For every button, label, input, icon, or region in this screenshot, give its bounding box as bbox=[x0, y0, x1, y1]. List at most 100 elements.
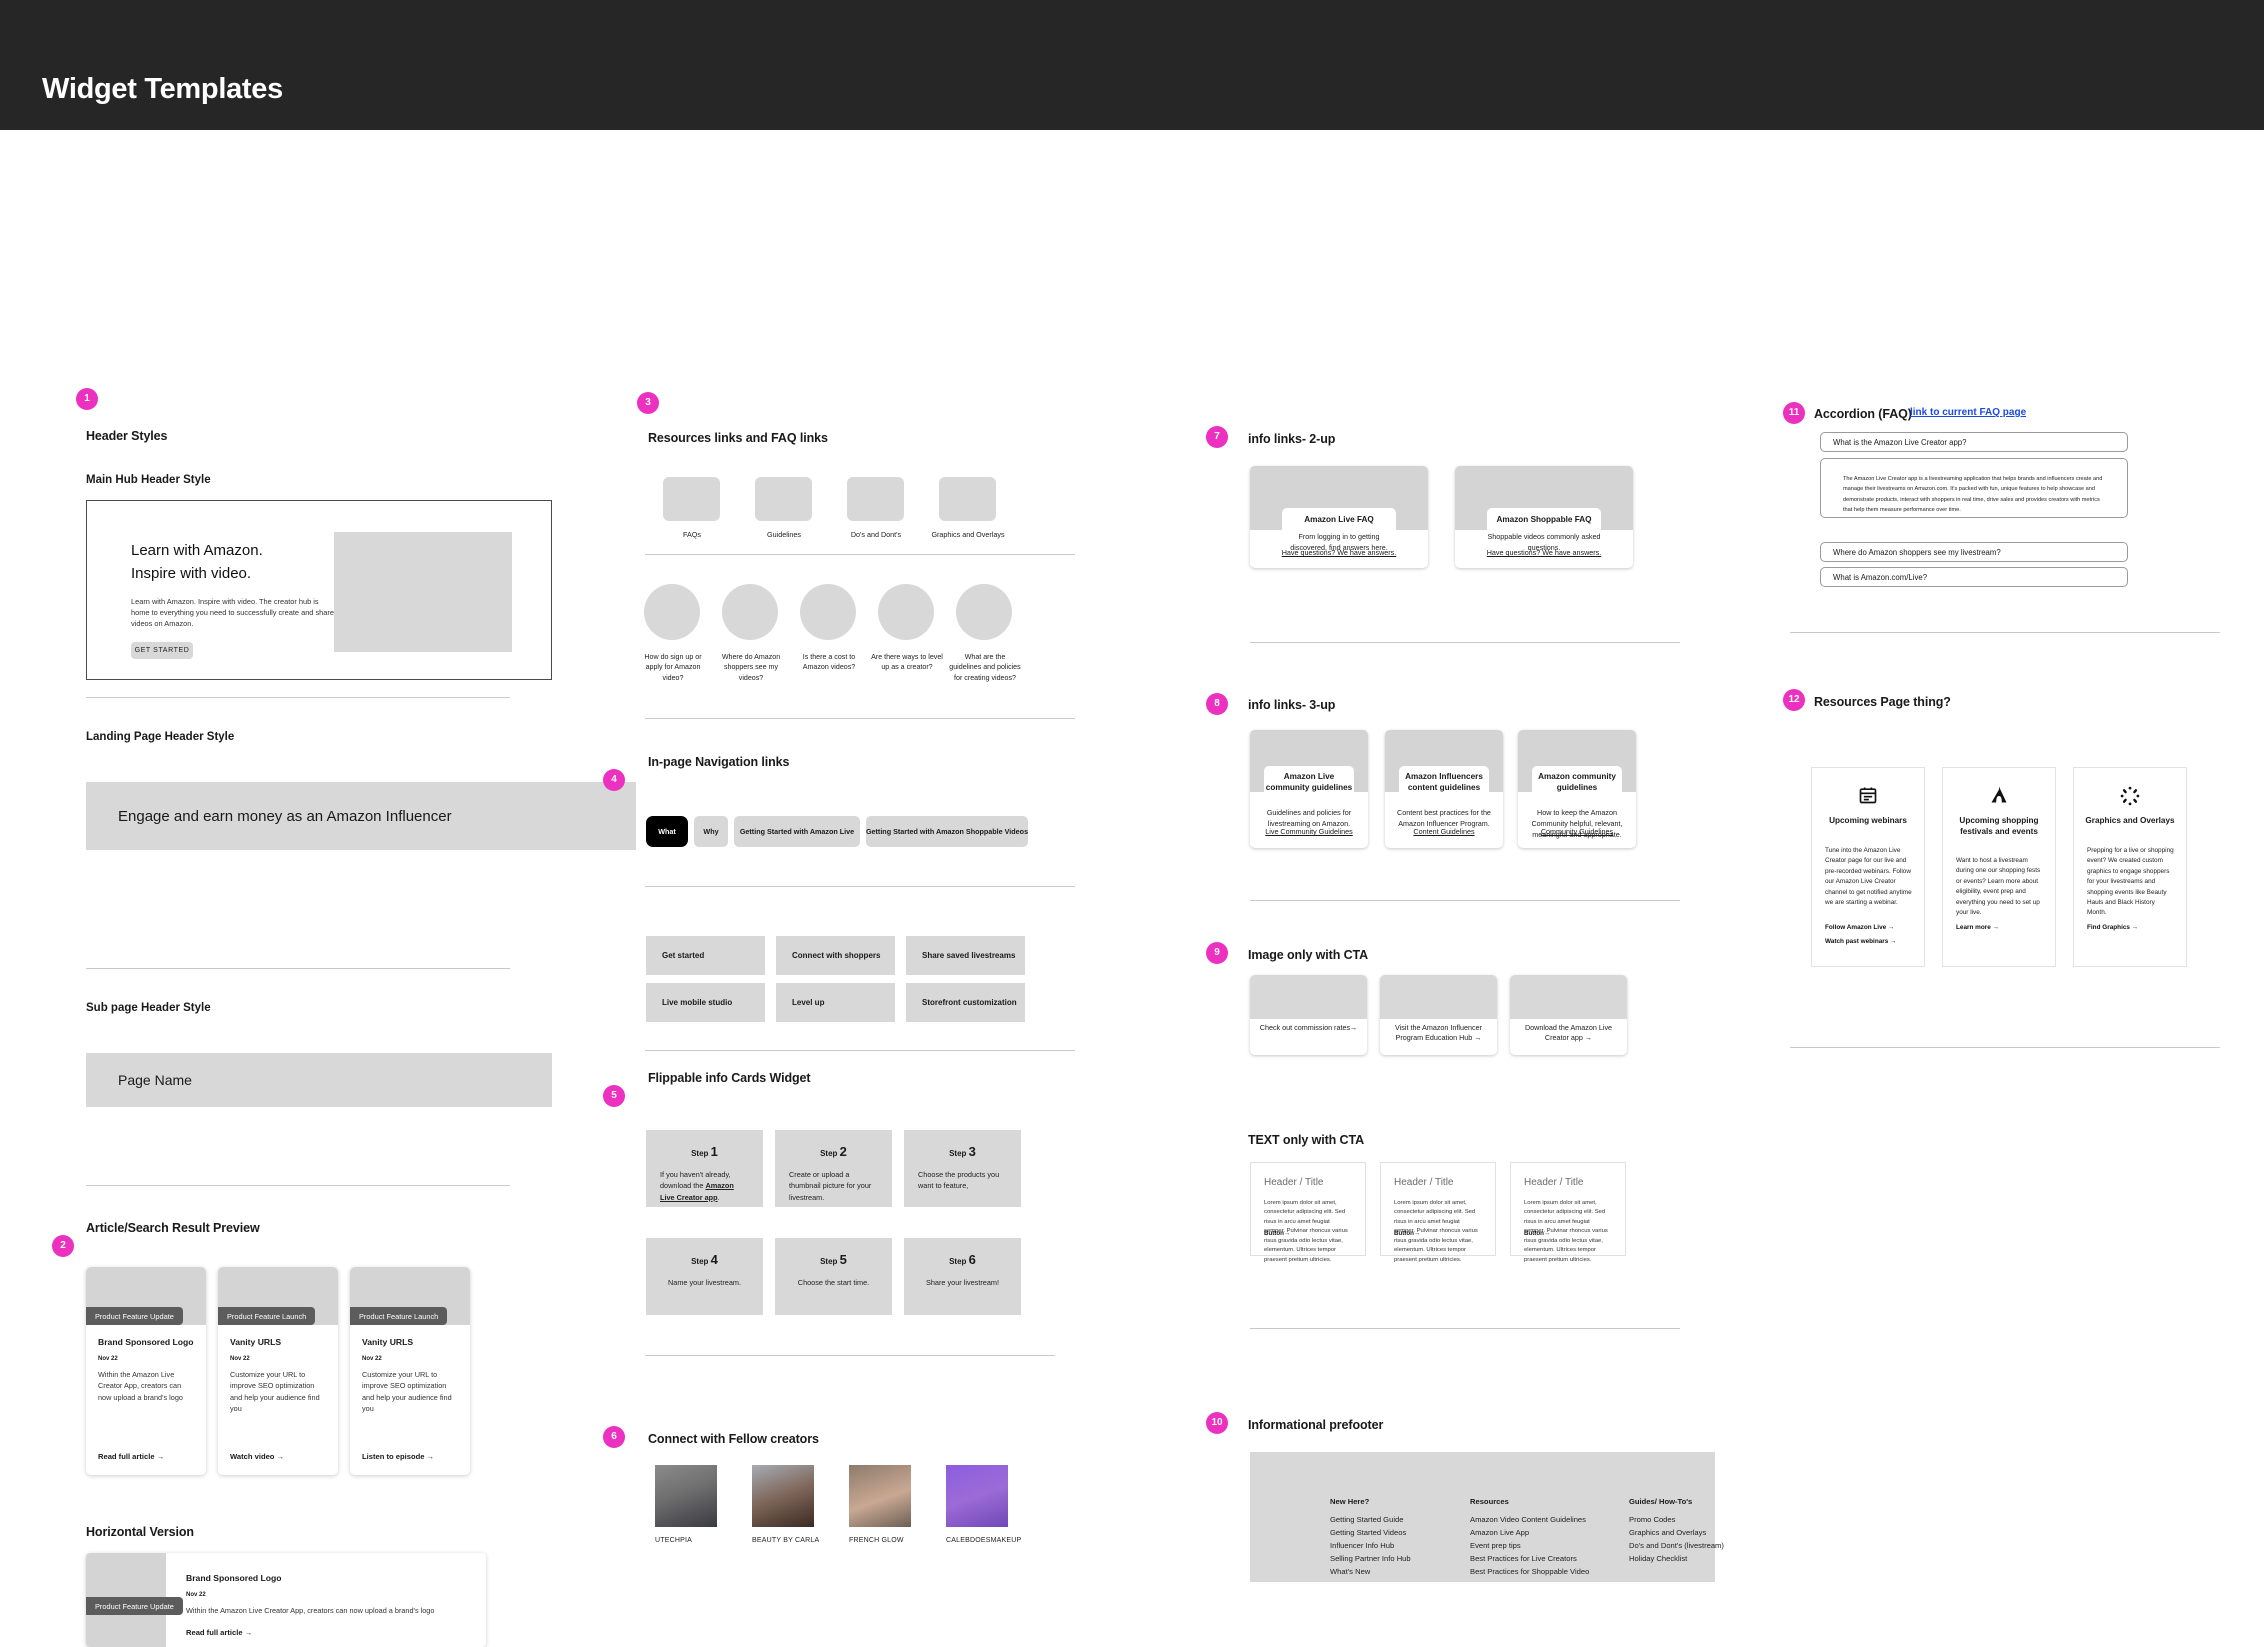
article-cta[interactable]: Read full article → bbox=[98, 1452, 164, 1461]
badge-7: 7 bbox=[1206, 426, 1228, 448]
info-card-link[interactable]: Community Guidelines bbox=[1524, 827, 1630, 836]
step-number: 3 bbox=[968, 1144, 976, 1159]
prefooter-link[interactable]: Graphics and Overlays bbox=[1629, 1526, 1724, 1539]
page-title: Widget Templates bbox=[42, 73, 283, 105]
resource-card-cta-1[interactable]: Find Graphics → bbox=[2087, 924, 2138, 931]
divider bbox=[1250, 900, 1680, 901]
info-link-card[interactable]: Amazon Shoppable FAQ Shoppable videos co… bbox=[1455, 466, 1633, 568]
prefooter-link[interactable]: Getting Started Guide bbox=[1330, 1513, 1411, 1526]
nav-box-storefront-customization[interactable]: Storefront customization bbox=[906, 983, 1025, 1022]
info-card-title: Amazon community guidelines bbox=[1538, 772, 1616, 792]
prefooter-link[interactable]: Influencer Info Hub bbox=[1330, 1539, 1411, 1552]
resource-tile[interactable] bbox=[847, 477, 904, 521]
resource-page-card[interactable]: Upcoming webinars Tune into the Amazon L… bbox=[1811, 767, 1925, 967]
article-cta[interactable]: Read full article → bbox=[186, 1628, 472, 1637]
prefooter-link[interactable]: Promo Codes bbox=[1629, 1513, 1724, 1526]
accordion-row-3[interactable]: What is Amazon.com/Live? bbox=[1820, 567, 2128, 587]
article-description: Customize your URL to improve SEO optimi… bbox=[362, 1370, 452, 1413]
step-card[interactable]: Step 2 Create or upload a thumbnail pict… bbox=[775, 1130, 892, 1207]
article-cta[interactable]: Listen to episode → bbox=[362, 1452, 434, 1461]
info-link-card[interactable]: Amazon Live FAQ From logging in to getti… bbox=[1250, 466, 1428, 568]
resource-tile[interactable] bbox=[939, 477, 996, 521]
text-cta-button[interactable]: Button→ bbox=[1264, 1230, 1290, 1237]
faq-circle[interactable] bbox=[722, 584, 778, 640]
info-card-link[interactable]: Content Guidelines bbox=[1391, 827, 1497, 836]
faq-circle[interactable] bbox=[956, 584, 1012, 640]
article-card[interactable]: Product Feature Launch Vanity URLS Nov 2… bbox=[350, 1267, 470, 1475]
text-cta-card[interactable]: Header / Title Lorem ipsum dolor sit ame… bbox=[1510, 1162, 1626, 1263]
badge-3: 3 bbox=[637, 392, 659, 414]
text-cta-card[interactable]: Header / Title Lorem ipsum dolor sit ame… bbox=[1250, 1162, 1366, 1263]
text-cta-button[interactable]: Button→ bbox=[1394, 1230, 1420, 1237]
accordion-row-1[interactable]: What is the Amazon Live Creator app? bbox=[1820, 432, 2128, 452]
image-cta-caption[interactable]: Download the Amazon Live Creator app → bbox=[1516, 1023, 1621, 1044]
image-cta-card[interactable]: Download the Amazon Live Creator app → bbox=[1510, 975, 1627, 1055]
image-cta-caption[interactable]: Visit the Amazon Influencer Program Educ… bbox=[1386, 1023, 1491, 1044]
creator-avatar[interactable] bbox=[849, 1465, 911, 1527]
resource-card-cta-1[interactable]: Learn more → bbox=[1956, 924, 1999, 931]
nav-box-connect-with-shoppers[interactable]: Connect with shoppers bbox=[776, 936, 895, 975]
nav-pill-what[interactable]: What bbox=[646, 816, 688, 847]
prefooter-link[interactable]: Amazon Video Content Guidelines bbox=[1470, 1513, 1589, 1526]
step-card[interactable]: Step 6 Share your livestream! bbox=[904, 1238, 1021, 1315]
step-card[interactable]: Step 3 Choose the products you want to f… bbox=[904, 1130, 1021, 1207]
step-card[interactable]: Step 4 Name your livestream. bbox=[646, 1238, 763, 1315]
prefooter-link[interactable]: Holiday Checklist bbox=[1629, 1552, 1724, 1565]
prefooter-link[interactable]: Event prep tips bbox=[1470, 1539, 1589, 1552]
creator-avatar[interactable] bbox=[752, 1465, 814, 1527]
faq-circle[interactable] bbox=[800, 584, 856, 640]
prefooter-link[interactable]: Amazon Live App bbox=[1470, 1526, 1589, 1539]
prefooter-column: Guides/ How-To's Promo Codes Graphics an… bbox=[1629, 1497, 1724, 1565]
info-card-link[interactable]: Have questions? We have answers. bbox=[1258, 548, 1420, 557]
article-card[interactable]: Product Feature Launch Vanity URLS Nov 2… bbox=[218, 1267, 338, 1475]
article-cta[interactable]: Watch video → bbox=[230, 1452, 284, 1461]
section-title-prefooter: Informational prefooter bbox=[1248, 1418, 1384, 1432]
nav-box-share-saved-livestreams[interactable]: Share saved livestreams bbox=[906, 936, 1025, 975]
prefooter-link[interactable]: Getting Started Videos bbox=[1330, 1526, 1411, 1539]
board-canvas: 1 Header Styles Main Hub Header Style Le… bbox=[0, 130, 2264, 1647]
resource-tile[interactable] bbox=[755, 477, 812, 521]
step-card[interactable]: Step 1 If you haven't already, download … bbox=[646, 1130, 763, 1207]
image-cta-card[interactable]: Visit the Amazon Influencer Program Educ… bbox=[1380, 975, 1497, 1055]
accordion-row-2[interactable]: Where do Amazon shoppers see my livestre… bbox=[1820, 542, 2128, 562]
step-card[interactable]: Step 5 Choose the start time. bbox=[775, 1238, 892, 1315]
creator-avatar[interactable] bbox=[946, 1465, 1008, 1527]
prefooter-link[interactable]: Selling Partner Info Hub bbox=[1330, 1552, 1411, 1565]
faq-circle[interactable] bbox=[878, 584, 934, 640]
info-card-link[interactable]: Live Community Guidelines bbox=[1256, 827, 1362, 836]
nav-box-live-mobile-studio[interactable]: Live mobile studio bbox=[646, 983, 765, 1022]
resource-page-card[interactable]: Graphics and Overlays Prepping for a liv… bbox=[2073, 767, 2187, 967]
creator-avatar[interactable] bbox=[655, 1465, 717, 1527]
link-to-current-faq-page[interactable]: link to current FAQ page bbox=[1910, 407, 2026, 418]
prefooter-link[interactable]: Best Practices for Live Creators bbox=[1470, 1552, 1589, 1565]
text-cta-card[interactable]: Header / Title Lorem ipsum dolor sit ame… bbox=[1380, 1162, 1496, 1263]
nav-box-level-up[interactable]: Level up bbox=[776, 983, 895, 1022]
article-card[interactable]: Product Feature Update Brand Sponsored L… bbox=[86, 1267, 206, 1475]
nav-pill-why[interactable]: Why bbox=[694, 816, 728, 847]
prefooter-link[interactable]: Do's and Dont's (livestream) bbox=[1629, 1539, 1724, 1552]
nav-pill-getting-started-shoppable[interactable]: Getting Started with Amazon Shoppable Vi… bbox=[866, 816, 1028, 847]
info-link-card[interactable]: Amazon community guidelines How to keep … bbox=[1518, 730, 1636, 848]
info-link-card[interactable]: Amazon Influencers content guidelines Co… bbox=[1385, 730, 1503, 848]
resource-card-cta-1[interactable]: Follow Amazon Live → bbox=[1825, 924, 1894, 931]
get-started-button[interactable]: GET STARTED bbox=[131, 642, 193, 659]
image-cta-caption[interactable]: Check out commission rates→ bbox=[1256, 1023, 1361, 1033]
article-card-horizontal[interactable]: Product Feature Update Brand Sponsored L… bbox=[86, 1553, 486, 1647]
info-card-link[interactable]: Have questions? We have answers. bbox=[1463, 548, 1625, 557]
image-cta-card[interactable]: Check out commission rates→ bbox=[1250, 975, 1367, 1055]
info-link-card[interactable]: Amazon Live community guidelines Guideli… bbox=[1250, 730, 1368, 848]
text-cta-header: Header / Title bbox=[1394, 1177, 1454, 1188]
prefooter-link[interactable]: What's New bbox=[1330, 1565, 1411, 1578]
prefooter-link[interactable]: Best Practices for Shoppable Video bbox=[1470, 1565, 1589, 1578]
text-cta-button[interactable]: Button→ bbox=[1524, 1230, 1550, 1237]
article-title: Vanity URLS bbox=[362, 1337, 414, 1347]
nav-box-get-started[interactable]: Get started bbox=[646, 936, 765, 975]
article-description: Customize your URL to improve SEO optimi… bbox=[230, 1370, 320, 1413]
faq-circle[interactable] bbox=[644, 584, 700, 640]
resource-card-cta-2[interactable]: Watch past webinars → bbox=[1825, 938, 1897, 945]
faq-circle-label: What are the guidelines and policies for… bbox=[949, 653, 1021, 682]
resource-page-card[interactable]: Upcoming shopping festivals and events W… bbox=[1942, 767, 2056, 967]
resource-tile[interactable] bbox=[663, 477, 720, 521]
calendar-icon bbox=[1812, 785, 1924, 805]
nav-pill-getting-started-live[interactable]: Getting Started with Amazon Live bbox=[734, 816, 860, 847]
